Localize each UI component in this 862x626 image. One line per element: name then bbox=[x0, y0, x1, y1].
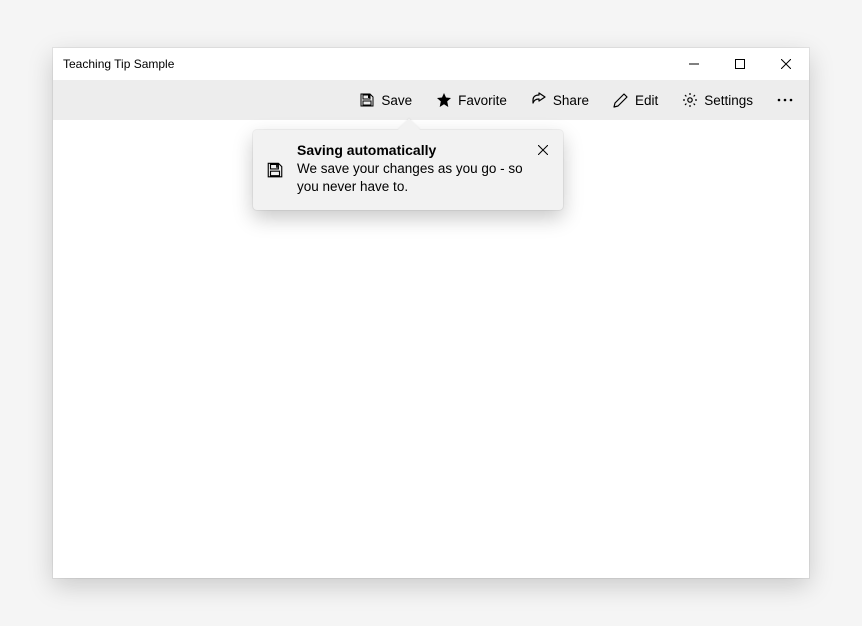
minimize-button[interactable] bbox=[671, 48, 717, 80]
teaching-tip-body: Saving automatically We save your change… bbox=[265, 142, 551, 196]
edit-label: Edit bbox=[635, 93, 658, 108]
gear-icon bbox=[682, 92, 698, 108]
window-title: Teaching Tip Sample bbox=[63, 57, 174, 71]
teaching-tip-subtitle: We save your changes as you go - so you … bbox=[297, 160, 535, 196]
close-icon bbox=[538, 145, 548, 155]
edit-button[interactable]: Edit bbox=[603, 86, 668, 114]
save-icon bbox=[265, 160, 285, 180]
maximize-button[interactable] bbox=[717, 48, 763, 80]
content-area: Saving automatically We save your change… bbox=[53, 120, 809, 578]
settings-button[interactable]: Settings bbox=[672, 86, 763, 114]
minimize-icon bbox=[689, 59, 699, 69]
settings-label: Settings bbox=[704, 93, 753, 108]
teaching-tip-text: Saving automatically We save your change… bbox=[297, 142, 551, 196]
save-label: Save bbox=[381, 93, 412, 108]
share-label: Share bbox=[553, 93, 589, 108]
save-button[interactable]: Save bbox=[349, 86, 422, 114]
close-button[interactable] bbox=[763, 48, 809, 80]
teaching-tip-close-button[interactable] bbox=[529, 136, 557, 164]
share-icon bbox=[531, 92, 547, 108]
close-icon bbox=[781, 59, 791, 69]
more-button[interactable] bbox=[767, 84, 803, 116]
share-button[interactable]: Share bbox=[521, 86, 599, 114]
app-window: Teaching Tip Sample Save Favorite bbox=[53, 48, 809, 578]
favorite-button[interactable]: Favorite bbox=[426, 86, 517, 114]
star-icon bbox=[436, 92, 452, 108]
favorite-label: Favorite bbox=[458, 93, 507, 108]
window-controls bbox=[671, 48, 809, 80]
toolbar: Save Favorite Share Edit Settings bbox=[53, 80, 809, 120]
ellipsis-icon bbox=[777, 98, 793, 102]
teaching-tip-title: Saving automatically bbox=[297, 142, 535, 158]
save-icon bbox=[359, 92, 375, 108]
titlebar: Teaching Tip Sample bbox=[53, 48, 809, 80]
pencil-icon bbox=[613, 92, 629, 108]
teaching-tip: Saving automatically We save your change… bbox=[253, 130, 563, 210]
maximize-icon bbox=[735, 59, 745, 69]
